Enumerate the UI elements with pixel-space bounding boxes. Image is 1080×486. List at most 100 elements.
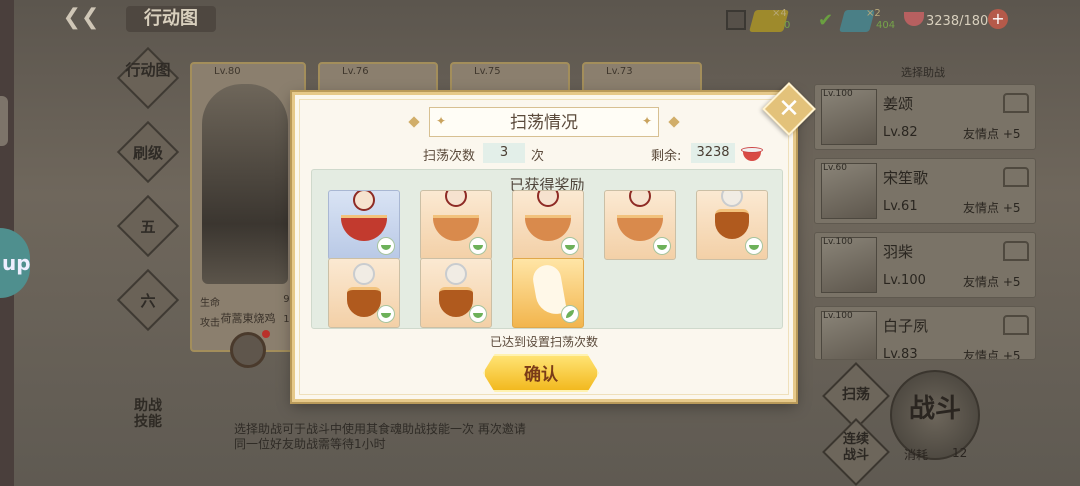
reward-item[interactable] (696, 190, 768, 260)
dialog-title-box: ✦ 扫荡情况 ✦ (408, 107, 680, 137)
sweep-label: 扫荡 (842, 387, 870, 403)
card-level: Lv.75 (474, 66, 501, 77)
card-level: Lv.76 (342, 66, 369, 77)
friend-row[interactable]: Lv.100 羽柴 Lv.100 友情点 +5 (814, 232, 1036, 298)
attack-label: 攻击 (200, 318, 220, 329)
battle-cost-label: 消耗 (904, 448, 929, 462)
friend-avatar-level: Lv.100 (823, 311, 853, 321)
friend-name: 羽柴 (883, 243, 914, 261)
card-level: Lv.73 (606, 66, 633, 77)
rice-bowl-icon (741, 143, 763, 163)
bowl-badge-icon (469, 305, 487, 323)
menu-item-label: 五 (140, 218, 156, 236)
character-portrait (202, 84, 288, 284)
bowl-badge-icon (745, 237, 763, 255)
magnify-icon[interactable] (230, 332, 266, 368)
stamina-value: 3238/180 (926, 14, 989, 29)
notification-dot (262, 330, 270, 338)
bowl-rim (741, 147, 763, 153)
back-arrow-icon[interactable]: ❮❮ (56, 4, 106, 32)
side-tab[interactable] (0, 96, 8, 146)
gourd-figure (715, 209, 749, 239)
house-icon (1003, 167, 1029, 187)
hp-label: 生命 (200, 298, 220, 309)
checkbox-icon[interactable] (726, 10, 746, 30)
reward-item[interactable] (512, 190, 584, 260)
card-level: Lv.80 (214, 66, 241, 77)
sweep-status: 已达到设置扫荡次数 (489, 335, 598, 349)
sparkle-icon: ✦ (641, 114, 652, 128)
rice-bowl-figure (341, 215, 387, 241)
bowl-badge-icon (561, 237, 579, 255)
friend-name: 宋笙歌 (883, 169, 929, 187)
dialog-title: 扫荡情况 (510, 113, 578, 133)
helper-tip: 选择助战可于战斗中使用其食魂助战技能一次 再次邀请同一位好友助战需等待1小时 (234, 422, 526, 451)
reward-item[interactable] (420, 190, 492, 260)
gourd-figure (439, 287, 473, 317)
menu-item-label: 六 (140, 292, 156, 310)
friend-row[interactable]: Lv.100 姜颂 Lv.82 友情点 +5 (814, 84, 1036, 150)
friend-level: Lv.100 (883, 273, 926, 288)
menu-item-label: 刷级 (132, 144, 163, 162)
confirm-button[interactable]: 确认 (483, 354, 599, 392)
teacup-figure (525, 215, 571, 241)
friend-panel: 选择助战 Lv.100 姜颂 Lv.82 友情点 +5 Lv.60 宋笙歌 Lv… (810, 60, 1036, 360)
character-head-icon (721, 191, 743, 207)
multi-battle-label: 连续战斗 (842, 432, 869, 463)
bowl-badge-icon (469, 237, 487, 255)
battle-cost-value: 12 (952, 446, 968, 460)
character-head-icon (445, 263, 467, 285)
friend-avatar-level: Lv.60 (823, 163, 847, 173)
reward-item[interactable] (328, 190, 400, 260)
friend-level: Lv.83 (883, 347, 918, 360)
gourd-figure (347, 287, 381, 317)
menu-item-label: 行动图 (125, 61, 171, 79)
friend-panel-header: 选择助战 (901, 66, 945, 79)
feather-badge-icon (561, 305, 579, 323)
character-card-1[interactable]: Lv.80 荷蒿東烧鸡 生命 90 攻击 11 (190, 62, 306, 352)
ticket-gold-extra: 0 (784, 20, 791, 31)
friend-level: Lv.61 (883, 199, 918, 214)
reward-item[interactable] (420, 258, 492, 328)
character-head-icon (353, 191, 375, 211)
rewards-panel: 已获得奖励 (311, 169, 783, 329)
reward-item[interactable] (328, 258, 400, 328)
friend-avatar-level: Lv.100 (823, 89, 853, 99)
reward-item[interactable] (512, 258, 584, 328)
house-icon (1003, 93, 1029, 113)
page-title: 行动图 (126, 6, 216, 32)
friend-name: 白子夙 (883, 317, 929, 335)
bowl-badge-icon (377, 305, 395, 323)
ticket-teal-extra: 404 (876, 20, 896, 31)
friend-points: 友情点 +5 (963, 127, 1021, 141)
character-head-icon (353, 263, 375, 285)
remaining-value: 3238 (691, 143, 735, 163)
bowl-badge-icon (653, 237, 671, 255)
sweep-count-label: 扫荡次数 (423, 149, 476, 164)
friend-points: 友情点 +5 (963, 275, 1021, 289)
remaining-label: 剩余: (651, 149, 682, 164)
add-stamina-button[interactable]: + (988, 9, 1008, 29)
friend-row[interactable]: Lv.60 宋笙歌 Lv.61 友情点 +5 (814, 158, 1036, 224)
friend-points: 友情点 +5 (963, 201, 1021, 215)
sweep-count-unit: 次 (531, 149, 545, 164)
friend-level: Lv.82 (883, 125, 918, 140)
friend-name: 姜颂 (883, 95, 914, 113)
friend-avatar-level: Lv.100 (823, 237, 853, 247)
character-head-icon (445, 191, 467, 207)
check-icon[interactable]: ✔ (818, 10, 833, 32)
sweep-count-value: 3 (483, 143, 525, 163)
reward-item[interactable] (604, 190, 676, 260)
sweep-result-dialog: ✦ 扫荡情况 ✦ 扫荡次数 3 次 剩余: 3238 已获得奖励 已达到设置扫荡… (292, 92, 796, 402)
battle-label: 战斗 (908, 394, 961, 424)
friend-points: 友情点 +5 (963, 349, 1021, 360)
house-icon (1003, 315, 1029, 335)
character-head-icon (629, 191, 651, 207)
bowl-badge-icon (377, 237, 395, 255)
friend-row[interactable]: Lv.100 白子夙 Lv.83 友情点 +5 (814, 306, 1036, 360)
confirm-label: 确认 (524, 365, 558, 385)
character-head-icon (537, 191, 559, 207)
helper-skill-label: 助战技能 (134, 398, 162, 430)
teacup-figure (433, 215, 479, 241)
close-icon[interactable]: ✕ (770, 90, 808, 128)
